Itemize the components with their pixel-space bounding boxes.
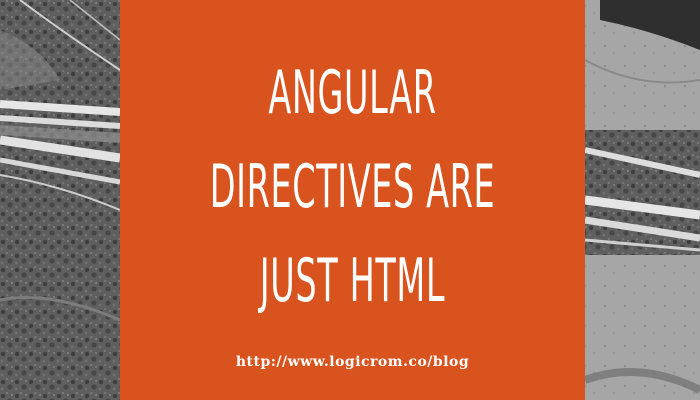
headline-line-3: just HTML (259, 246, 446, 316)
orange-title-panel: Angular directives are just HTML http://… (120, 0, 585, 400)
headline: Angular directives are just HTML (208, 46, 496, 328)
headline-line-1: Angular (268, 58, 437, 128)
headline-line-2: directives are (209, 152, 496, 222)
blog-url: http://www.logicrom.co/blog (235, 354, 470, 370)
promo-banner: Angular directives are just HTML http://… (0, 0, 700, 400)
